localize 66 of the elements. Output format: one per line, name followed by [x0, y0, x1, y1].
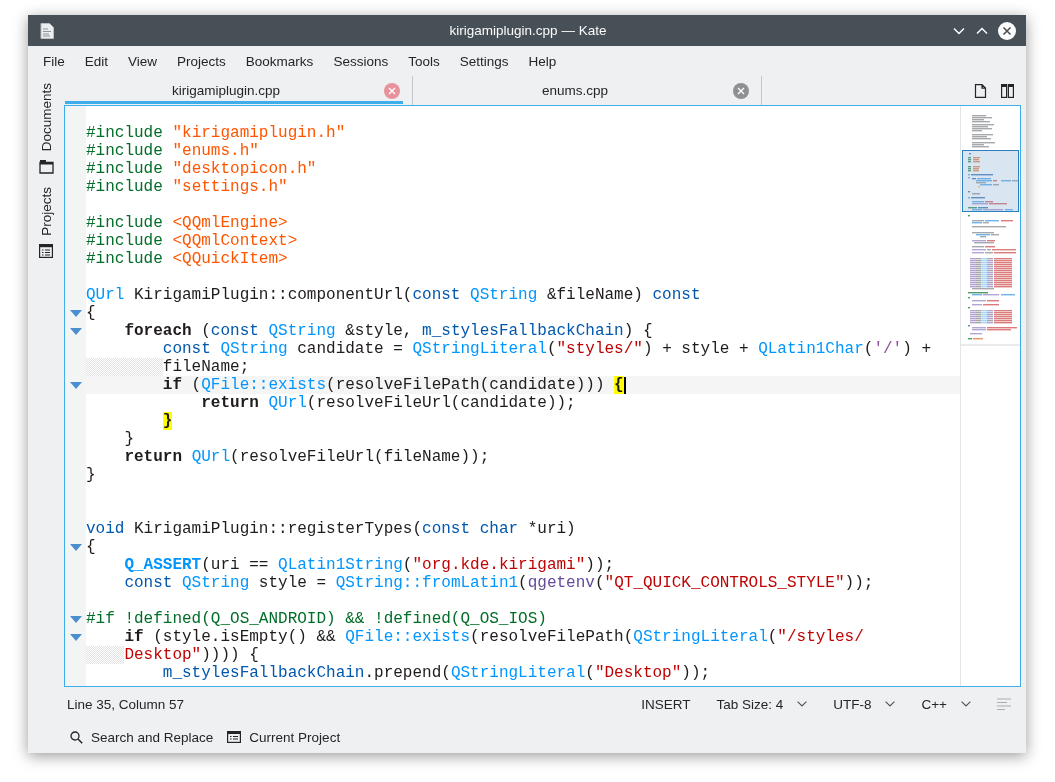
- menu-item[interactable]: Tools: [398, 48, 450, 74]
- cursor-position: Line 35, Column 57: [67, 696, 185, 712]
- status-dropdown[interactable]: Tab Size: 4: [716, 696, 808, 712]
- sidebar-tab[interactable]: Documents: [34, 76, 58, 181]
- menu-item[interactable]: Settings: [449, 48, 519, 74]
- sidebar-tab[interactable]: Projects: [34, 180, 58, 265]
- code-line: #include "settings.h": [86, 178, 288, 196]
- code-line: Desktop")))) {: [124, 646, 259, 664]
- input-mode: INSERT: [641, 696, 691, 712]
- code-line: if (QFile::exists(resolveFilePath(candidate))) {: [162, 376, 624, 394]
- tool-view-button[interactable]: Search and Replace: [70, 729, 214, 745]
- document-icon[interactable]: [974, 83, 987, 98]
- fold-marker-icon[interactable]: [69, 309, 82, 317]
- code-line: Q_ASSERT(uri == QLatin1String("org.kde.kirigami"));: [124, 556, 615, 574]
- code-line: fileName;: [162, 358, 250, 376]
- chevron-down-icon[interactable]: [961, 701, 971, 707]
- tool-view-button[interactable]: Current Project: [227, 729, 341, 745]
- fold-marker-icon[interactable]: [69, 543, 82, 551]
- code-line: #include "desktopicon.h": [86, 160, 317, 178]
- code-line: #include "enums.h": [86, 142, 259, 160]
- code-line: void KirigamiPlugin::registerTypes(const char *uri): [86, 520, 576, 538]
- menu-item[interactable]: File: [33, 48, 75, 74]
- code-line: m_stylesFallbackChain.prepend(QStringLiteral("Desktop"));: [162, 664, 711, 682]
- code-line: {: [86, 538, 96, 556]
- code-line: const QString candidate = QStringLiteral("styles/") + style + QLatin1Char('/') +: [162, 340, 931, 358]
- code-line: }: [124, 430, 134, 448]
- menu-item[interactable]: Help: [518, 48, 567, 74]
- text-lines-icon[interactable]: [997, 698, 1011, 710]
- close-icon[interactable]: [998, 21, 1016, 40]
- list-icon: [39, 244, 53, 259]
- menu-item[interactable]: View: [118, 48, 168, 74]
- fold-marker-icon[interactable]: [69, 633, 82, 641]
- code-line: #include <QQmlContext>: [86, 232, 298, 250]
- menu-item[interactable]: Sessions: [323, 48, 399, 74]
- code-line: return QUrl(resolveFileUrl(candidate));: [201, 394, 576, 412]
- code-line: if (style.isEmpty() && QFile::exists(resolveFilePath(QStringLiteral("/styles/: [124, 628, 864, 646]
- code-line: }: [86, 466, 96, 484]
- list-window-icon: [227, 731, 242, 743]
- fold-marker-icon[interactable]: [69, 327, 82, 335]
- code-line: #include "kirigamiplugin.h": [86, 124, 346, 142]
- code-line: const QString style = QString::fromLatin1(qgetenv("QT_QUICK_CONTROLS_STYLE"));: [124, 574, 874, 592]
- code-line: QUrl KirigamiPlugin::componentUrl(const QString &fileName) const: [86, 286, 701, 304]
- split-view-icon[interactable]: [1001, 83, 1014, 98]
- document-icon: [40, 22, 54, 39]
- text-cursor: [623, 376, 626, 394]
- chevron-down-icon[interactable]: [885, 701, 896, 707]
- fold-marker-icon[interactable]: [69, 615, 82, 623]
- menu-item[interactable]: Edit: [74, 48, 119, 74]
- search-icon: [70, 730, 83, 744]
- code-line: #if !defined(Q_OS_ANDROID) && !defined(Q_OS_IOS): [86, 610, 547, 628]
- window-title: kirigamiplugin.cpp — Kate: [449, 23, 607, 38]
- fold-marker-icon[interactable]: [69, 381, 82, 389]
- minimap-viewport[interactable]: [962, 150, 1019, 212]
- status-dropdown[interactable]: UTF-8: [833, 696, 896, 712]
- menu-item[interactable]: Bookmarks: [235, 48, 324, 74]
- code-editor[interactable]: [64, 105, 1021, 687]
- code-line: foreach (const QString &style, m_stylesFallbackChain) {: [124, 322, 653, 340]
- code-line: #include <QQmlEngine>: [86, 214, 288, 232]
- folder-icon: [38, 159, 54, 175]
- chevron-down-icon[interactable]: [797, 701, 808, 707]
- code-line: return QUrl(resolveFileUrl(fileName));: [124, 448, 490, 466]
- code-line: {: [86, 304, 96, 322]
- code-line: #include <QQuickItem>: [86, 250, 288, 268]
- status-dropdown[interactable]: C++: [921, 696, 971, 712]
- tab[interactable]: kirigamiplugin.cpp: [64, 76, 413, 105]
- menu-item[interactable]: Projects: [167, 48, 236, 74]
